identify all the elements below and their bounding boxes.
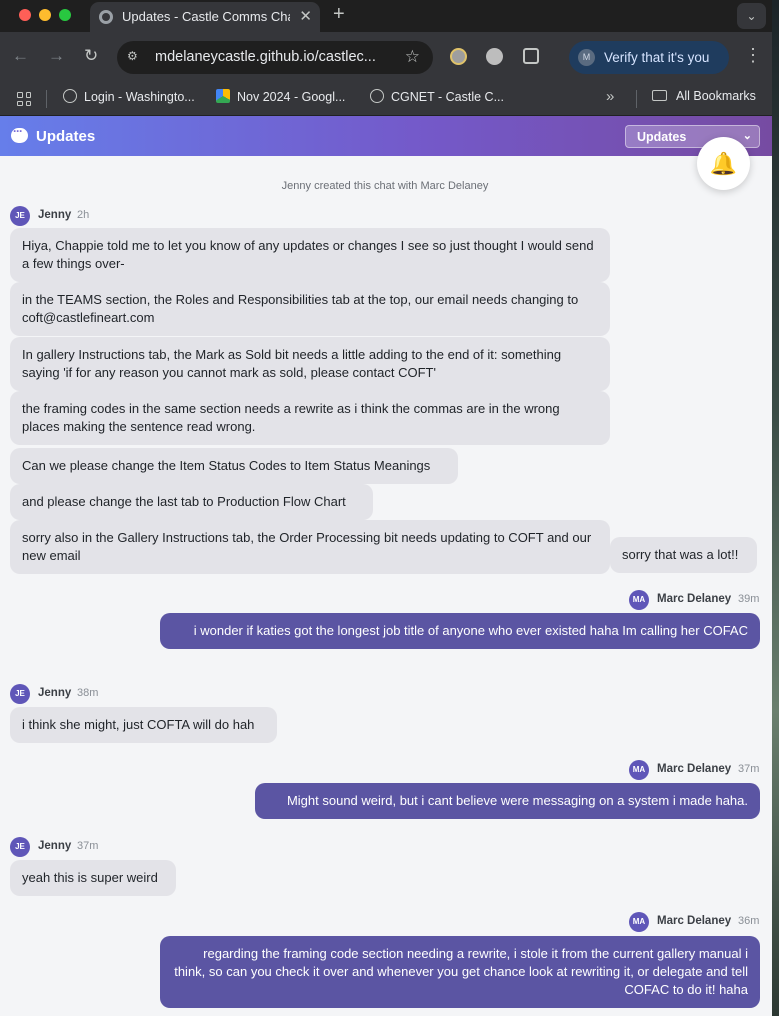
sender-name: Marc Delaney <box>657 763 732 775</box>
message-time: 36m <box>738 915 760 927</box>
message-bubble: regarding the framing code section needi… <box>160 936 760 1008</box>
url-text[interactable]: mdelaneycastle.github.io/castlec... <box>155 49 376 65</box>
message-bubble: and please change the last tab to Produc… <box>10 484 373 520</box>
sender-name: Jenny <box>38 687 72 699</box>
message-meta: JE Jenny 38m <box>10 684 210 704</box>
globe-icon <box>63 89 77 103</box>
message-meta: JE Jenny 2h <box>10 206 210 226</box>
all-bookmarks-button[interactable]: All Bookmarks <box>652 89 756 103</box>
message-time: 37m <box>77 840 99 852</box>
back-arrow-icon[interactable]: ← <box>12 46 29 66</box>
bookmark-item[interactable]: Login - Washingto... <box>63 89 195 109</box>
message-bubble: yeah this is super weird <box>10 860 176 896</box>
message-bubble: the framing codes in the same section ne… <box>10 391 610 445</box>
message-bubble: sorry also in the Gallery Instructions t… <box>10 520 610 574</box>
bookmark-item[interactable]: CGNET - Castle C... <box>370 89 504 109</box>
chat-page[interactable]: Updates Updates ⌄ 🔔 Jenny created this c… <box>0 116 772 1016</box>
app-header: Updates Updates ⌄ <box>0 116 772 156</box>
window-minimize-button[interactable] <box>39 9 51 21</box>
page-title: Updates <box>36 128 96 145</box>
google-drive-icon <box>216 89 230 103</box>
message-bubble: i think she might, just COFTA will do ha… <box>10 707 277 743</box>
new-tab-button[interactable]: + <box>333 3 345 26</box>
bookmark-star-icon[interactable]: ☆ <box>405 47 420 67</box>
bell-icon: 🔔 <box>709 151 738 176</box>
close-tab-icon[interactable]: ✕ <box>299 7 312 25</box>
sender-name: Jenny <box>38 209 72 221</box>
address-bar[interactable]: ⚙ mdelaneycastle.github.io/castlec... ☆ <box>117 41 433 74</box>
bookmarks-bar: Login - Washingto... Nov 2024 - Googl...… <box>0 82 772 116</box>
avatar: MA <box>629 590 649 610</box>
avatar: MA <box>629 760 649 780</box>
message-meta: MA Marc Delaney 39m <box>560 590 760 610</box>
all-bookmarks-label: All Bookmarks <box>676 89 756 103</box>
divider <box>636 90 637 108</box>
chat-bubble-icon <box>11 124 28 143</box>
bookmark-label: CGNET - Castle C... <box>391 90 504 104</box>
message-meta: MA Marc Delaney 37m <box>560 760 760 780</box>
message-bubble: Might sound weird, but i cant believe we… <box>255 783 760 819</box>
message-bubble: sorry that was a lot!! <box>610 537 757 573</box>
bookmark-item[interactable]: Nov 2024 - Googl... <box>216 89 345 109</box>
message-bubble: in the TEAMS section, the Roles and Resp… <box>10 282 610 336</box>
bookmark-label: Nov 2024 - Googl... <box>237 90 346 104</box>
message-bubble: Can we please change the Item Status Cod… <box>10 448 458 484</box>
more-bookmarks-icon[interactable]: » <box>606 88 614 105</box>
avatar: JE <box>10 206 30 226</box>
extension-icon[interactable] <box>450 48 467 65</box>
apps-grid-icon[interactable] <box>17 92 31 106</box>
globe-icon <box>370 89 384 103</box>
verify-label: Verify that it's you <box>604 50 710 65</box>
globe-icon <box>99 10 113 24</box>
tab-strip: Updates - Castle Comms Cha ✕ + ⌄ <box>0 0 772 32</box>
sender-name: Marc Delaney <box>657 915 732 927</box>
message-time: 38m <box>77 687 99 699</box>
message-meta: JE Jenny 37m <box>10 837 210 857</box>
window-close-button[interactable] <box>19 9 31 21</box>
reload-icon[interactable]: ↻ <box>84 46 98 66</box>
system-note: Jenny created this chat with Marc Delane… <box>281 180 489 192</box>
browser-toolbar: ← → ↻ ⚙ mdelaneycastle.github.io/castlec… <box>0 32 772 82</box>
message-meta: MA Marc Delaney 36m <box>560 912 760 932</box>
extensions-puzzle-icon[interactable] <box>523 48 539 64</box>
message-bubble: Hiya, Chappie told me to let you know of… <box>10 228 610 282</box>
extension-icon[interactable] <box>486 48 503 65</box>
profile-avatar: M <box>578 49 595 66</box>
message-time: 37m <box>738 763 760 775</box>
desktop-background <box>772 0 779 1016</box>
message-time: 39m <box>738 593 760 605</box>
message-bubble: i wonder if katies got the longest job t… <box>160 613 760 649</box>
message-bubble: In gallery Instructions tab, the Mark as… <box>10 337 610 391</box>
divider <box>46 90 47 108</box>
menu-kebab-icon[interactable]: ⋮ <box>744 45 762 66</box>
chevron-down-icon: ⌄ <box>742 130 752 142</box>
forward-arrow-icon[interactable]: → <box>48 46 65 66</box>
verify-identity-button[interactable]: M Verify that it's you <box>569 41 729 74</box>
site-info-icon[interactable]: ⚙ <box>127 49 143 65</box>
window-zoom-button[interactable] <box>59 9 71 21</box>
folder-icon <box>652 90 667 101</box>
avatar: JE <box>10 837 30 857</box>
chat-select-value: Updates <box>637 130 687 144</box>
browser-tab-updates[interactable]: Updates - Castle Comms Cha ✕ <box>90 2 320 32</box>
tab-title: Updates - Castle Comms Cha <box>122 9 290 24</box>
message-time: 2h <box>77 209 90 221</box>
avatar: MA <box>629 912 649 932</box>
sender-name: Jenny <box>38 840 72 852</box>
avatar: JE <box>10 684 30 704</box>
tab-search-button[interactable]: ⌄ <box>737 3 766 29</box>
sender-name: Marc Delaney <box>657 593 732 605</box>
bookmark-label: Login - Washingto... <box>84 90 195 104</box>
